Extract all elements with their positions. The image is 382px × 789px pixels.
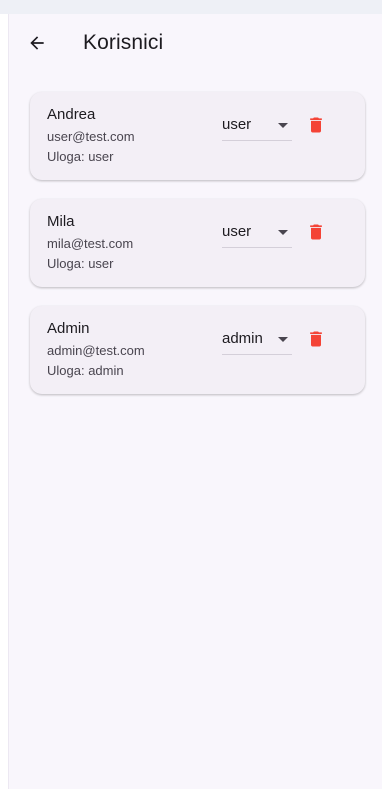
role-dropdown-value: user [222, 223, 252, 240]
page-title: Korisnici [83, 31, 164, 54]
app-bar: Korisnici [9, 14, 382, 76]
user-email: admin@test.com [47, 343, 145, 358]
role-dropdown[interactable]: admin [222, 328, 292, 355]
user-name: Andrea [47, 106, 96, 123]
trash-icon [310, 331, 322, 347]
user-card: Admin admin@test.com Uloga: admin admin [30, 306, 365, 394]
user-name: Mila [47, 213, 75, 230]
users-screen: Korisnici Andrea user@test.com Uloga: us… [8, 14, 382, 789]
trash-icon [310, 224, 322, 240]
user-name: Admin [47, 320, 90, 337]
user-role-label: Uloga: admin [47, 363, 124, 378]
delete-user-button[interactable] [304, 220, 328, 244]
role-dropdown[interactable]: user [222, 221, 292, 248]
user-role-label: Uloga: user [47, 149, 114, 164]
arrow-back-icon [30, 36, 44, 50]
user-card: Mila mila@test.com Uloga: user user [30, 199, 365, 287]
role-dropdown-value: user [222, 116, 252, 133]
trash-icon [310, 117, 322, 133]
user-card: Andrea user@test.com Uloga: user user [30, 92, 365, 180]
back-button[interactable] [23, 29, 51, 57]
status-bar [0, 0, 382, 14]
dropdown-arrow-icon [278, 123, 288, 128]
user-role-label: Uloga: user [47, 256, 114, 271]
role-dropdown-value: admin [222, 330, 263, 347]
user-list: Andrea user@test.com Uloga: user user Mi… [30, 92, 365, 413]
dropdown-arrow-icon [278, 230, 288, 235]
app-window: Korisnici Andrea user@test.com Uloga: us… [0, 0, 382, 789]
delete-user-button[interactable] [304, 113, 328, 137]
user-email: user@test.com [47, 129, 135, 144]
dropdown-arrow-icon [278, 337, 288, 342]
user-email: mila@test.com [47, 236, 134, 251]
role-dropdown[interactable]: user [222, 114, 292, 141]
delete-user-button[interactable] [304, 327, 328, 351]
